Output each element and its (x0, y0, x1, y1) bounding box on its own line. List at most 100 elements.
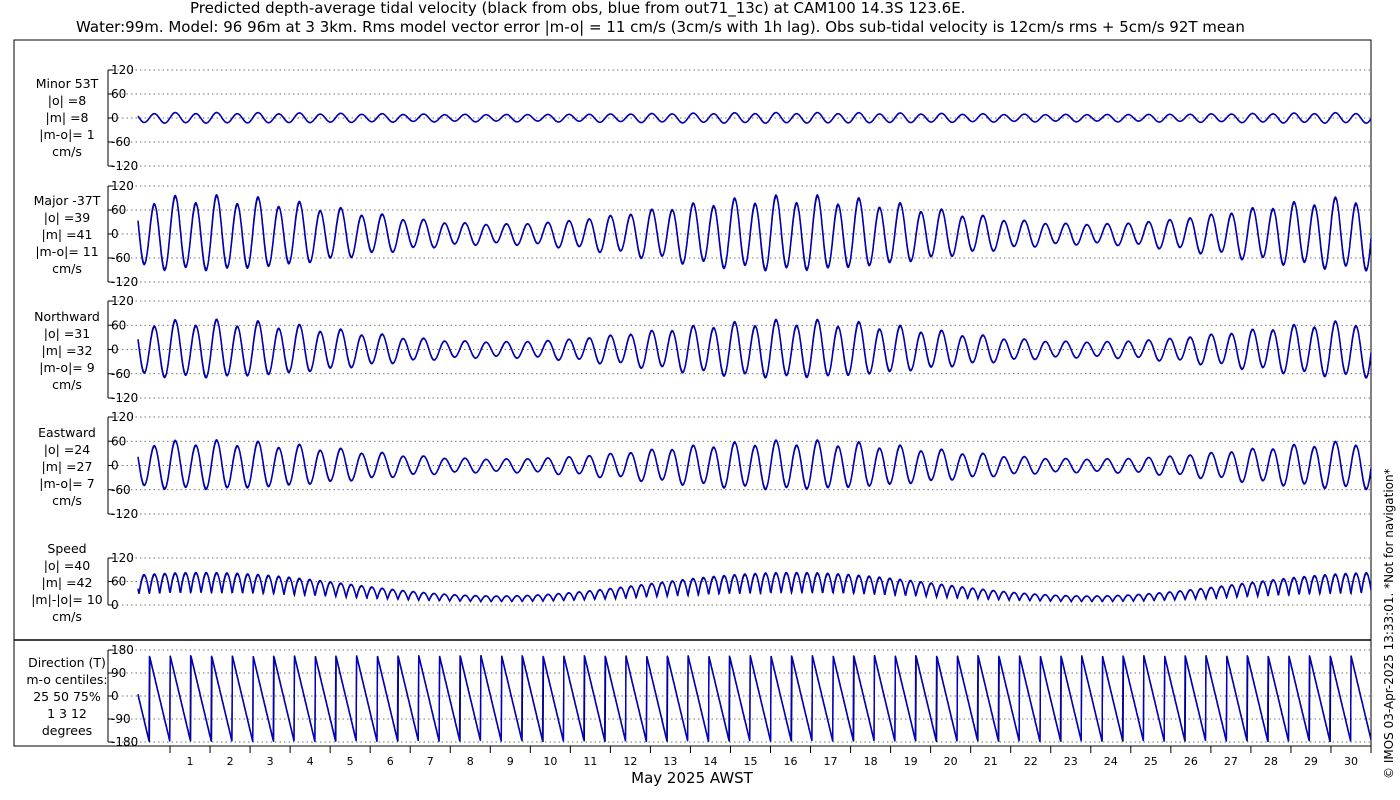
x-tick-label-8: 8 (467, 755, 474, 768)
x-tick-label-5: 5 (347, 755, 354, 768)
y-tick-label-direction-2: 0 (111, 689, 119, 703)
y-tick-label-minor-1: 60 (111, 87, 126, 101)
y-tick-label-eastward-3: -60 (111, 483, 131, 497)
x-tick-label-13: 13 (663, 755, 677, 768)
panel-label-major-3: |m-o|= 11 (35, 244, 98, 259)
panel-label-northward-0: Northward (34, 309, 100, 324)
y-tick-label-major-2: 0 (111, 227, 119, 241)
x-tick-label-11: 11 (583, 755, 597, 768)
panel-label-major-2: |m| =41 (42, 227, 93, 242)
x-tick-label-10: 10 (543, 755, 557, 768)
panel-label-minor-2: |m| =8 (46, 110, 89, 125)
panel-label-speed-0: Speed (47, 541, 86, 556)
x-tick-label-21: 21 (984, 755, 998, 768)
panel-label-major-0: Major -37T (34, 193, 101, 208)
y-tick-label-minor-2: 0 (111, 111, 119, 125)
panel-label-speed-3: |m|-|o|= 10 (31, 592, 103, 607)
x-tick-label-2: 2 (227, 755, 234, 768)
y-tick-label-minor-4: -120 (111, 159, 138, 173)
x-axis-label: May 2025 AWST (631, 769, 754, 787)
panel-label-northward-1: |o| =31 (44, 326, 90, 341)
panel-label-speed-1: |o| =40 (44, 558, 90, 573)
y-tick-label-speed-0: 120 (111, 551, 134, 565)
x-tick-label-24: 24 (1104, 755, 1118, 768)
panel-direction: Direction (T) m-o centiles: 25 50 75% 1 3 1… (26, 643, 1372, 749)
panel-label-northward-3: |m-o|= 9 (39, 360, 94, 375)
y-tick-label-northward-2: 0 (111, 343, 119, 357)
y-tick-label-speed-1: 60 (111, 575, 126, 589)
panel-label-eastward-2: |m| =27 (42, 459, 93, 474)
panel-speed: Speed |o| =40 |m| =42 |m|-|o|= 10 cm/s 120 60 0 (31, 541, 1372, 624)
x-tick-label-25: 25 (1144, 755, 1158, 768)
y-tick-label-direction-4: -180 (111, 735, 138, 749)
x-tick-label-6: 6 (387, 755, 394, 768)
panel-label-eastward-4: cm/s (52, 493, 82, 508)
y-tick-label-major-4: -120 (111, 275, 138, 289)
panel-label-eastward-3: |m-o|= 7 (39, 476, 94, 491)
panel-minor: Minor 53T |o| =8 |m| =8 |m-o|= 1 cm/s 120 60 0 -… (36, 63, 1372, 173)
x-tick-label-3: 3 (267, 755, 274, 768)
y-tick-label-northward-0: 120 (111, 294, 134, 308)
y-tick-label-eastward-0: 120 (111, 410, 134, 424)
panel-label-eastward-0: Eastward (38, 425, 96, 440)
x-tick-label-29: 29 (1304, 755, 1318, 768)
x-tick-label-15: 15 (743, 755, 757, 768)
x-tick-label-17: 17 (824, 755, 838, 768)
y-tick-label-northward-4: -120 (111, 391, 138, 405)
y-tick-label-minor-0: 120 (111, 63, 134, 77)
panel-label-speed-4: cm/s (52, 609, 82, 624)
x-tick-label-14: 14 (703, 755, 717, 768)
y-tick-label-northward-3: -60 (111, 367, 131, 381)
series-obs-major (137, 195, 1372, 271)
series-obs-eastward (137, 440, 1372, 490)
panel-label-direction-0: Direction (T) (28, 655, 106, 670)
panel-label-northward-4: cm/s (52, 377, 82, 392)
x-tick-label-28: 28 (1264, 755, 1278, 768)
y-tick-label-speed-2: 0 (111, 598, 119, 612)
panel-label-northward-2: |m| =32 (42, 343, 93, 358)
credit-text: © IMOS 03-Apr-2025 13:33:01. *Not for na… (1382, 468, 1396, 779)
series-obs-direction (137, 654, 1372, 743)
y-tick-label-eastward-2: 0 (111, 459, 119, 473)
panel-major: Major -37T |o| =39 |m| =41 |m-o|= 11 cm/s 120… (34, 179, 1372, 289)
series-model-speed (137, 571, 1372, 604)
y-tick-label-major-0: 120 (111, 179, 134, 193)
y-tick-label-minor-3: -60 (111, 135, 131, 149)
panel-label-direction-3: 1 3 12 (47, 706, 87, 721)
panel-label-eastward-1: |o| =24 (44, 442, 90, 457)
panel-label-minor-0: Minor 53T (36, 76, 99, 91)
series-obs-northward (137, 319, 1372, 378)
x-tick-label-18: 18 (864, 755, 878, 768)
x-axis: 1 2 3 4 5 6 7 8 9 10 11 12 13 14 15 16 17 18 19 20 21 22 23 24 2… (138, 745, 1372, 768)
panel-northward: Northward |o| =31 |m| =32 |m-o|= 9 cm/s 120 60… (34, 294, 1372, 405)
x-tick-label-30: 30 (1344, 755, 1358, 768)
x-tick-label-20: 20 (944, 755, 958, 768)
x-tick-label-12: 12 (623, 755, 637, 768)
title-line-2: Water:99m. Model: 96 96m at 3 3km. Rms m… (76, 18, 1245, 36)
x-tick-label-1: 1 (187, 755, 194, 768)
tidal-velocity-figure: Predicted depth-average tidal velocity (… (13, 0, 1396, 787)
x-tick-label-23: 23 (1064, 755, 1078, 768)
x-tick-label-19: 19 (904, 755, 918, 768)
x-tick-label-4: 4 (307, 755, 314, 768)
y-tick-label-northward-1: 60 (111, 318, 126, 332)
panel-label-minor-4: cm/s (52, 144, 82, 159)
y-tick-label-eastward-1: 60 (111, 434, 126, 448)
panel-label-direction-1: m-o centiles: (26, 672, 107, 687)
panel-eastward: Eastward |o| =24 |m| =27 |m-o|= 7 cm/s 120 60 0… (38, 410, 1372, 521)
y-tick-label-direction-1: 90 (111, 666, 126, 680)
y-tick-label-direction-3: -90 (111, 712, 131, 726)
x-tick-label-22: 22 (1024, 755, 1038, 768)
direction-frame (13, 639, 1372, 747)
y-tick-label-eastward-4: -120 (111, 507, 138, 521)
panel-label-major-4: cm/s (52, 261, 82, 276)
x-tick-label-26: 26 (1184, 755, 1198, 768)
title-line-1: Predicted depth-average tidal velocity (… (190, 0, 965, 18)
y-tick-label-direction-0: 180 (111, 643, 134, 657)
y-tick-label-major-3: -60 (111, 251, 131, 265)
panel-label-direction-2: 25 50 75% (33, 689, 101, 704)
x-tick-label-9: 9 (507, 755, 514, 768)
panels: Minor 53T |o| =8 |m| =8 |m-o|= 1 cm/s 120 60 0 -… (26, 63, 1372, 749)
x-tick-label-27: 27 (1224, 755, 1238, 768)
panel-label-minor-1: |o| =8 (48, 93, 87, 108)
